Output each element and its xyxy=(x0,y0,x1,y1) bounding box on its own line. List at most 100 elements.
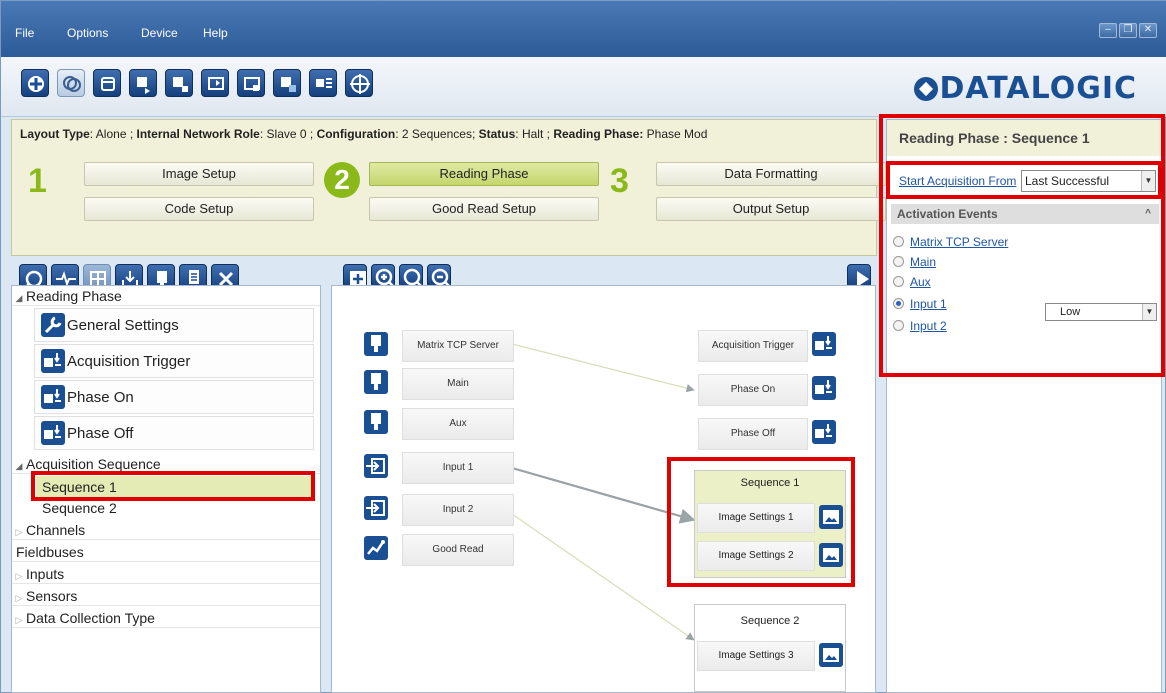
network-role-value: : Slave 0 ; xyxy=(259,127,317,141)
trigger-icon xyxy=(812,376,836,400)
tree-sensors[interactable]: ▷ Sensors xyxy=(12,586,320,606)
node-phase-off[interactable]: Phase Off xyxy=(698,416,848,450)
wizard-panel: Layout Type: Alone ; Internal Network Ro… xyxy=(11,119,886,256)
good-read-icon xyxy=(364,536,388,560)
getting-started-button[interactable] xyxy=(57,69,85,97)
connect-icon xyxy=(28,76,44,92)
sequence-2-block[interactable]: Sequence 2 Image Settings 3 xyxy=(694,604,846,692)
crosshair-icon xyxy=(350,74,370,94)
event-input-1[interactable]: Input 1 xyxy=(893,296,947,312)
reading-phase-button[interactable]: Reading Phase xyxy=(369,162,599,186)
save-device-button[interactable] xyxy=(165,69,193,97)
diagram-canvas[interactable]: Matrix TCP Server Main Aux Input 1 Input… xyxy=(331,285,876,693)
plug-icon xyxy=(364,332,388,356)
event-main[interactable]: Main xyxy=(893,254,936,270)
statistics-button[interactable] xyxy=(309,69,337,97)
node-input-2-label: Input 2 xyxy=(402,494,514,526)
menu-options[interactable]: Options xyxy=(67,26,108,40)
good-read-setup-button[interactable]: Good Read Setup xyxy=(369,197,599,221)
node-good-read-label: Good Read xyxy=(402,534,514,566)
trigger-icon xyxy=(812,332,836,356)
activation-events-label: Activation Events xyxy=(897,207,998,221)
radio-icon xyxy=(893,276,904,287)
data-formatting-button[interactable]: Data Formatting xyxy=(656,162,886,186)
target-button[interactable] xyxy=(345,69,373,97)
image-icon xyxy=(819,505,843,529)
chevron-down-icon: ▼ xyxy=(1141,171,1155,191)
code-setup-button[interactable]: Code Setup xyxy=(84,197,314,221)
node-good-read[interactable]: Good Read xyxy=(364,532,514,566)
connect-button[interactable] xyxy=(21,69,49,97)
receive-config-button[interactable] xyxy=(129,69,157,97)
tree-channels[interactable]: ▷ Channels xyxy=(12,520,320,540)
maximize-button[interactable]: ❐ xyxy=(1119,23,1137,38)
node-main[interactable]: Main xyxy=(364,366,514,400)
close-window-button[interactable]: ✕ xyxy=(1139,23,1157,38)
node-input-2[interactable]: Input 2 xyxy=(364,492,514,526)
tree-acquisition-sequence-label: Acquisition Sequence xyxy=(26,456,161,472)
sequence-1-block[interactable]: Sequence 1 Image Settings 1 Image Settin… xyxy=(694,470,846,578)
tree-phase-off[interactable]: Phase Off xyxy=(34,416,314,450)
tree-data-collection-type[interactable]: ▷ Data Collection Type xyxy=(12,608,320,628)
tree-reading-phase[interactable]: ◢ Reading Phase xyxy=(12,286,320,306)
tree-sequence-2[interactable]: Sequence 2 xyxy=(42,499,312,517)
tree-fieldbuses[interactable]: Fieldbuses xyxy=(12,542,320,562)
node-phase-off-label: Phase Off xyxy=(698,418,808,450)
pc-to-device-icon xyxy=(208,77,224,90)
event-aux[interactable]: Aux xyxy=(893,274,931,290)
node-acquisition-trigger-label: Acquisition Trigger xyxy=(698,330,808,362)
tree-general-settings[interactable]: General Settings xyxy=(34,308,314,342)
input-1-level-select[interactable]: Low ▼ xyxy=(1045,303,1157,321)
sequence-2-title: Sequence 2 xyxy=(740,615,800,627)
trigger-icon xyxy=(812,420,836,444)
radio-icon xyxy=(893,236,904,247)
expanded-triangle-icon: ◢ xyxy=(15,461,23,471)
output-setup-button[interactable]: Output Setup xyxy=(656,197,886,221)
sequence-1-row[interactable]: Image Settings 1 xyxy=(697,503,845,533)
statistics-icon xyxy=(316,78,332,88)
logo-text: DATALOGIC xyxy=(939,71,1137,106)
event-matrix-tcp-server[interactable]: Matrix TCP Server xyxy=(893,234,1008,250)
configuration-value: : 2 Sequences; xyxy=(395,127,479,141)
event-input-2[interactable]: Input 2 xyxy=(893,318,947,334)
menu-file[interactable]: File xyxy=(15,26,34,40)
tree-inputs[interactable]: ▷ Inputs xyxy=(12,564,320,584)
tree-phase-on[interactable]: Phase On xyxy=(34,380,314,414)
node-matrix-tcp-server[interactable]: Matrix TCP Server xyxy=(364,328,514,362)
node-main-label: Main xyxy=(402,368,514,400)
node-matrix-tcp-server-label: Matrix TCP Server xyxy=(402,330,514,362)
minimize-button[interactable]: – xyxy=(1099,23,1117,38)
sequence-2-row[interactable]: Image Settings 3 xyxy=(697,641,845,671)
menu-device[interactable]: Device xyxy=(141,26,178,40)
tree-sequence-1[interactable]: Sequence 1 xyxy=(36,476,312,498)
save-config-button[interactable] xyxy=(237,69,265,97)
menu-help[interactable]: Help xyxy=(203,26,228,40)
send-config-button[interactable] xyxy=(201,69,229,97)
sequence-1-title: Sequence 1 xyxy=(740,477,800,489)
node-phase-on[interactable]: Phase On xyxy=(698,372,848,406)
tree-acquisition-sequence[interactable]: ◢ Acquisition Sequence xyxy=(12,454,320,474)
image-setup-button[interactable]: Image Setup xyxy=(84,162,314,186)
window-button[interactable] xyxy=(93,69,121,97)
node-input-1[interactable]: Input 1 xyxy=(364,450,514,484)
plug-icon xyxy=(364,370,388,394)
tree-phase-on-label: Phase On xyxy=(67,389,134,406)
event-label: Input 2 xyxy=(910,319,947,333)
input-1-level-value: Low xyxy=(1060,306,1081,318)
start-acquisition-value: Last Successful xyxy=(1025,174,1110,188)
step-1-number: 1 xyxy=(28,162,47,200)
start-acquisition-select[interactable]: Last Successful ▼ xyxy=(1021,170,1156,192)
sequence-1-row[interactable]: Image Settings 2 xyxy=(697,541,845,571)
device-to-pc-icon xyxy=(137,77,150,94)
node-aux[interactable]: Aux xyxy=(364,406,514,440)
start-acquisition-label[interactable]: Start Acquisition From xyxy=(899,174,1016,188)
radio-icon xyxy=(893,320,904,331)
tree-acquisition-trigger[interactable]: Acquisition Trigger xyxy=(34,344,314,378)
activation-events-header[interactable]: Activation Events ^ xyxy=(891,204,1159,224)
chevron-down-icon: ▼ xyxy=(1142,304,1156,320)
radio-icon xyxy=(893,256,904,267)
device-settings-button[interactable] xyxy=(273,69,301,97)
event-label: Aux xyxy=(910,275,931,289)
tree-inputs-label: Inputs xyxy=(26,566,65,582)
node-acquisition-trigger[interactable]: Acquisition Trigger xyxy=(698,328,848,362)
